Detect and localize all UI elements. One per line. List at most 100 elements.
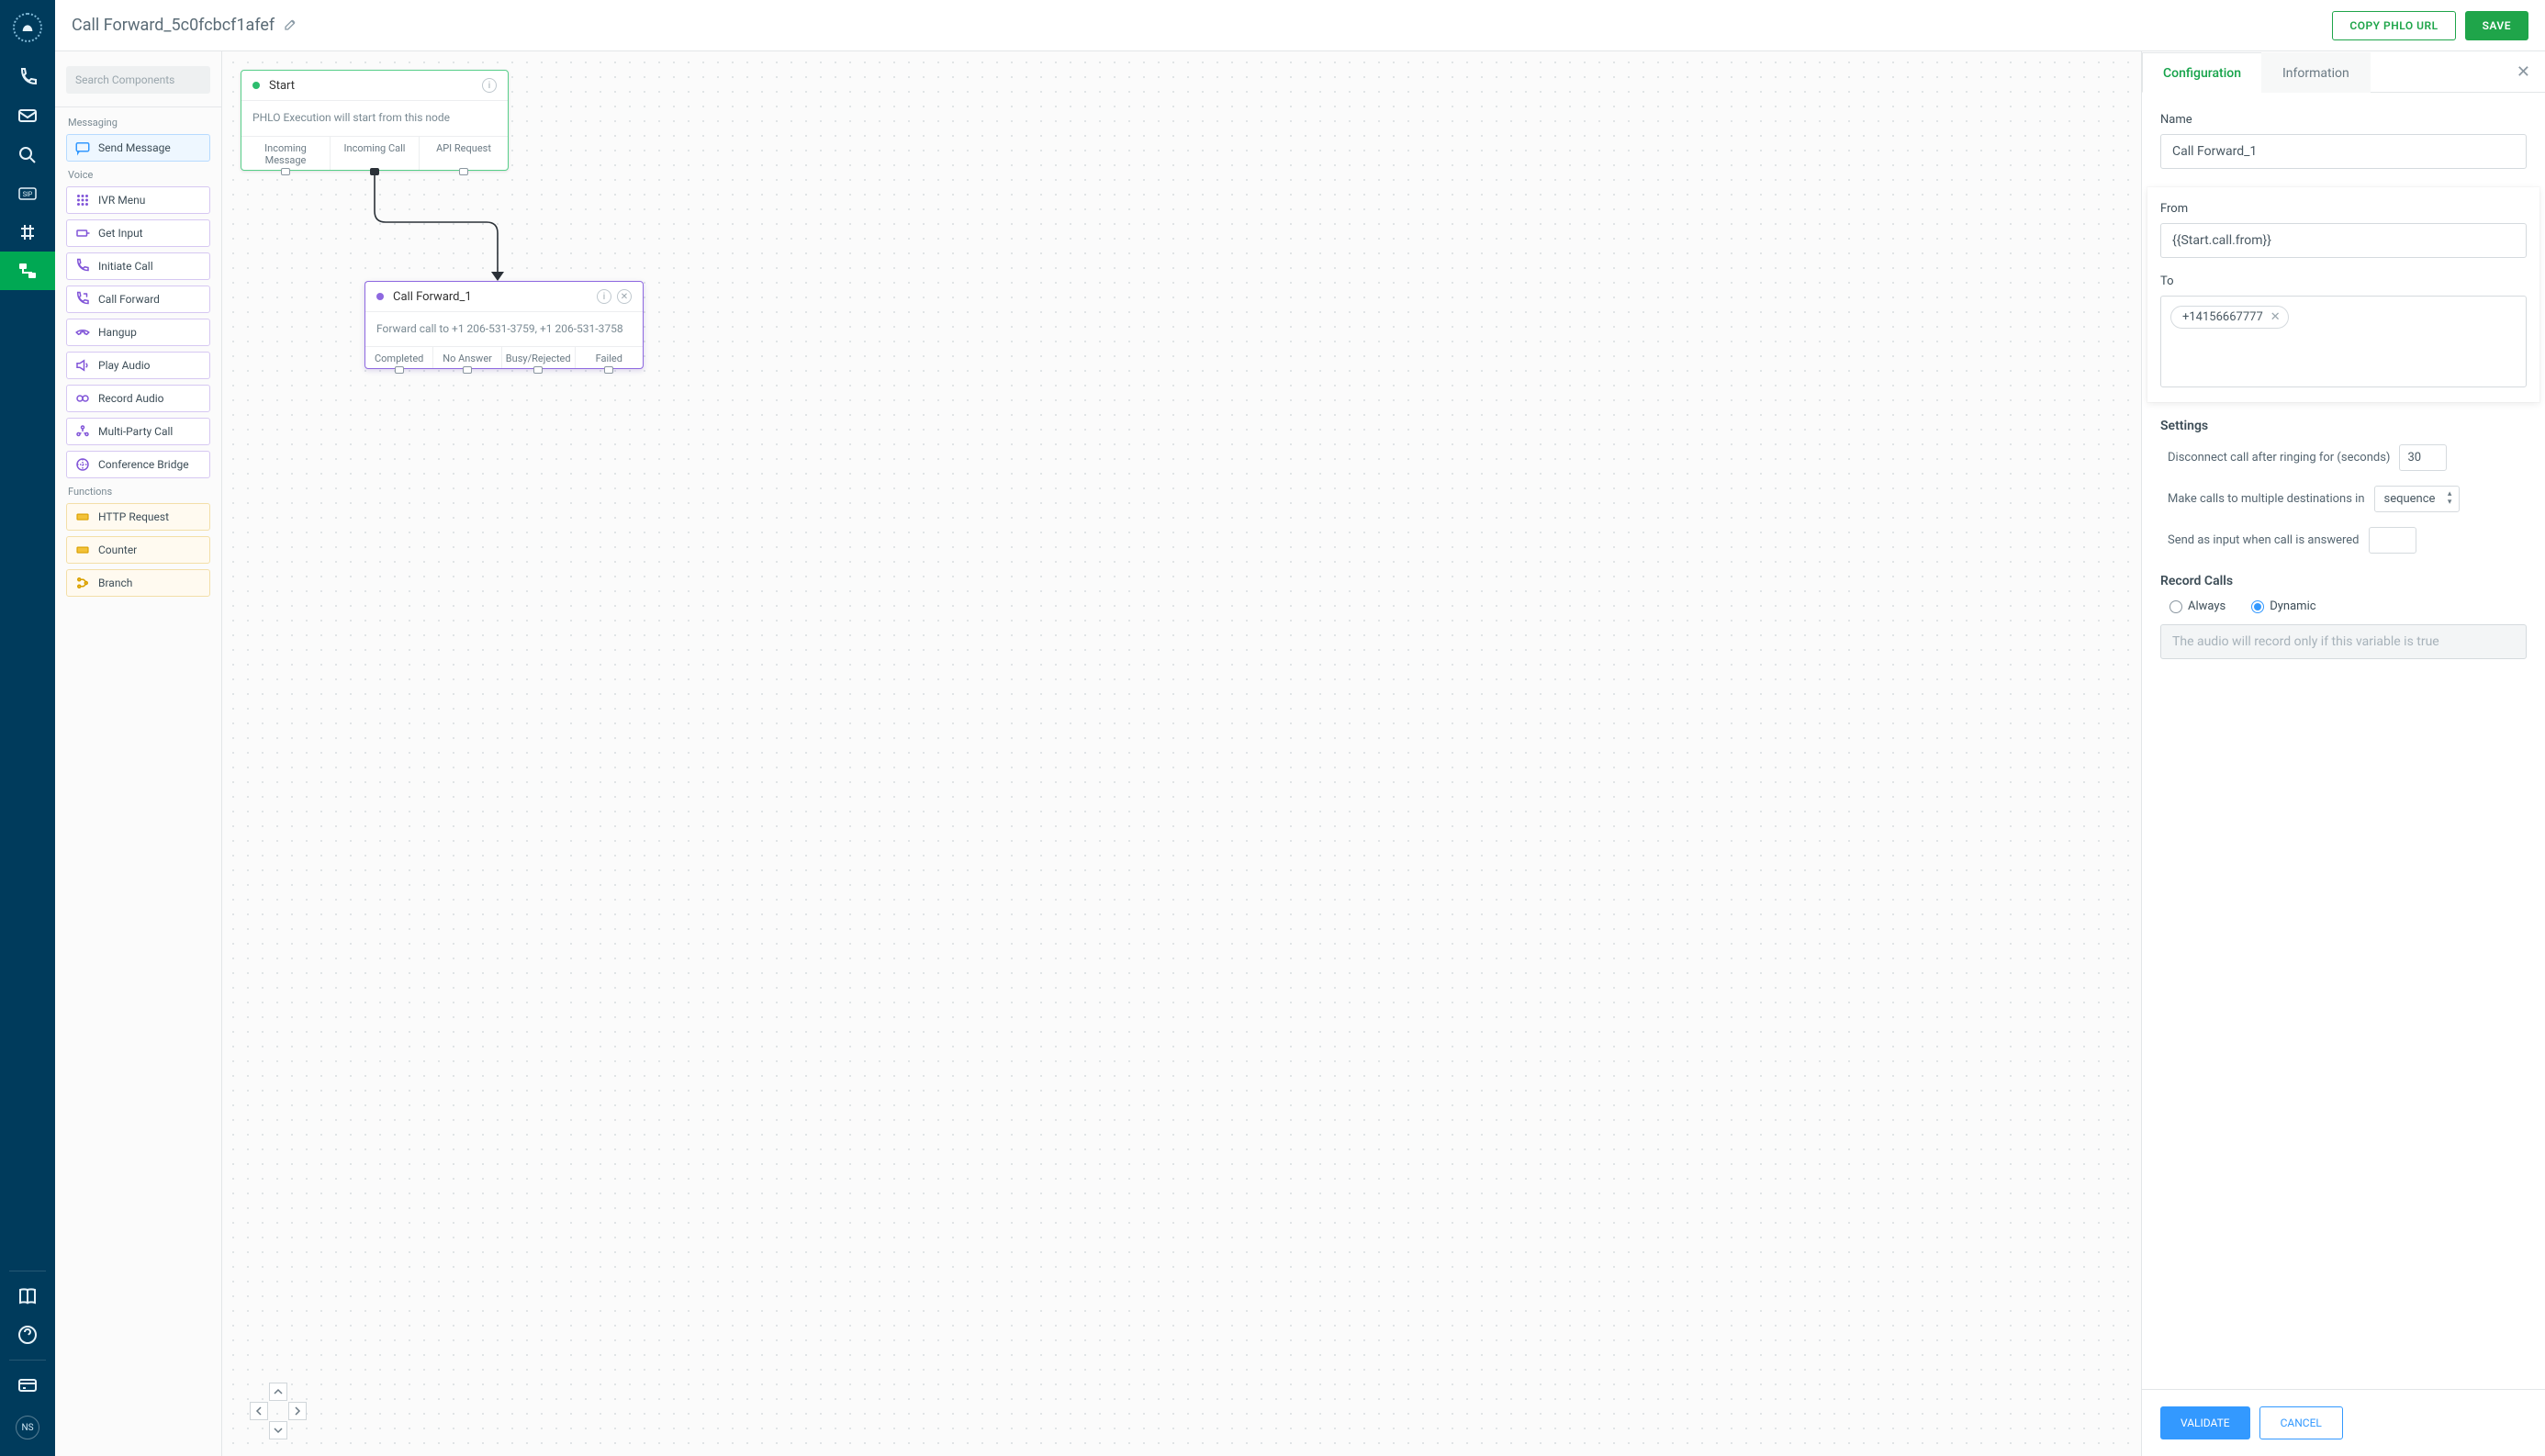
nav-help[interactable] — [0, 1316, 55, 1354]
component-label: Call Forward — [98, 293, 160, 306]
radio-label: Dynamic — [2270, 599, 2315, 613]
validate-button[interactable]: VALIDATE — [2160, 1406, 2250, 1439]
component-http-request[interactable]: HTTP Request — [66, 503, 210, 531]
radio-label: Always — [2188, 599, 2225, 613]
canvas[interactable]: Start i PHLO Execution will start from t… — [222, 51, 2141, 1456]
section-functions-label: Functions — [68, 486, 210, 498]
to-field[interactable]: +14156667777 ✕ — [2160, 296, 2527, 387]
status-dot-icon — [376, 293, 384, 300]
section-voice-label: Voice — [68, 169, 210, 181]
name-label: Name — [2160, 113, 2527, 127]
node-call-forward[interactable]: Call Forward_1 i ✕ Forward call to +1 20… — [364, 281, 644, 369]
dialpad-icon — [74, 192, 91, 208]
nav-lookup[interactable] — [0, 136, 55, 174]
page-title: Call Forward_5c0fcbcf1afef — [72, 16, 275, 35]
name-field[interactable] — [2160, 134, 2527, 169]
component-hangup[interactable]: Hangup — [66, 319, 210, 346]
tab-information[interactable]: Information — [2261, 52, 2371, 93]
save-button[interactable]: SAVE — [2465, 11, 2528, 40]
info-icon[interactable]: i — [597, 289, 611, 304]
component-label: IVR Menu — [98, 194, 145, 207]
to-tag-label: +14156667777 — [2182, 310, 2263, 324]
logo-icon — [13, 13, 42, 42]
pan-right-button[interactable] — [288, 1402, 307, 1420]
components-sidebar: Messaging Send Message Voice IVR Menu Ge… — [55, 51, 222, 1456]
remove-tag-icon[interactable]: ✕ — [2270, 310, 2281, 324]
close-icon[interactable]: ✕ — [617, 289, 632, 304]
component-play-audio[interactable]: Play Audio — [66, 352, 210, 379]
pan-up-button[interactable] — [269, 1383, 287, 1401]
component-label: Counter — [98, 543, 137, 556]
output-incoming-call[interactable]: Incoming Call — [330, 137, 419, 170]
nav-phlo[interactable] — [0, 252, 55, 290]
status-dot-icon — [252, 82, 260, 89]
nav-messages[interactable] — [0, 97, 55, 136]
component-ivr-menu[interactable]: IVR Menu — [66, 186, 210, 214]
svg-text:SIP: SIP — [23, 191, 33, 198]
edge — [373, 171, 520, 279]
pan-down-button[interactable] — [269, 1421, 287, 1439]
from-field[interactable] — [2160, 223, 2527, 258]
message-icon — [74, 140, 91, 156]
tab-configuration[interactable]: Configuration — [2142, 52, 2262, 93]
nav-sip[interactable]: SIP — [0, 174, 55, 213]
dynamic-variable-field[interactable] — [2160, 624, 2527, 659]
send-input-field[interactable] — [2369, 527, 2416, 554]
section-messaging-label: Messaging — [68, 117, 210, 129]
component-get-input[interactable]: Get Input — [66, 219, 210, 247]
component-counter[interactable]: Counter — [66, 536, 210, 564]
node-title: Start — [269, 79, 476, 93]
branch-icon — [74, 575, 91, 591]
close-panel-button[interactable]: ✕ — [2511, 57, 2536, 87]
output-incoming-message[interactable]: Incoming Message — [241, 137, 330, 170]
component-branch[interactable]: Branch — [66, 569, 210, 597]
pan-left-button[interactable] — [250, 1402, 268, 1420]
component-conference-bridge[interactable]: Conference Bridge — [66, 451, 210, 478]
component-label: Initiate Call — [98, 260, 153, 273]
component-initiate-call[interactable]: Initiate Call — [66, 252, 210, 280]
multi-dest-select[interactable]: sequence ▴▾ — [2374, 486, 2461, 512]
nav-billing[interactable] — [0, 1366, 55, 1405]
component-label: Conference Bridge — [98, 458, 189, 471]
topbar: Call Forward_5c0fcbcf1afef COPY PHLO URL… — [55, 0, 2545, 51]
output-failed[interactable]: Failed — [575, 347, 643, 368]
config-panel: Configuration Information ✕ Name From To… — [2141, 51, 2545, 1456]
node-start[interactable]: Start i PHLO Execution will start from t… — [241, 70, 509, 171]
to-label: To — [2160, 274, 2527, 288]
radio-icon — [2169, 600, 2182, 613]
nav-docs[interactable] — [0, 1277, 55, 1316]
edit-icon[interactable] — [284, 17, 298, 35]
component-label: Branch — [98, 577, 132, 589]
input-icon — [74, 225, 91, 241]
send-input-label: Send as input when call is answered — [2168, 533, 2360, 547]
speaker-icon — [74, 357, 91, 374]
record-calls-heading: Record Calls — [2160, 574, 2527, 588]
nav-numbers[interactable] — [0, 213, 55, 252]
node-body: PHLO Execution will start from this node — [241, 101, 508, 136]
component-label: Record Audio — [98, 392, 164, 405]
output-busy-rejected[interactable]: Busy/Rejected — [501, 347, 575, 368]
radio-always[interactable]: Always — [2169, 599, 2225, 613]
cancel-button[interactable]: CANCEL — [2259, 1406, 2343, 1439]
component-send-message[interactable]: Send Message — [66, 134, 210, 162]
radio-dynamic[interactable]: Dynamic — [2251, 599, 2315, 613]
info-icon[interactable]: i — [482, 78, 497, 93]
nav-calls[interactable] — [0, 59, 55, 97]
output-no-answer[interactable]: No Answer — [432, 347, 500, 368]
ring-label: Disconnect call after ringing for (secon… — [2168, 451, 2390, 465]
component-multi-party-call[interactable]: Multi-Party Call — [66, 418, 210, 445]
search-input[interactable] — [66, 66, 210, 94]
component-label: Play Audio — [98, 359, 151, 372]
output-api-request[interactable]: API Request — [419, 137, 508, 170]
ring-seconds-field[interactable] — [2399, 444, 2447, 471]
component-label: HTTP Request — [98, 510, 169, 523]
output-completed[interactable]: Completed — [365, 347, 432, 368]
to-tag: +14156667777 ✕ — [2170, 306, 2289, 329]
component-call-forward[interactable]: Call Forward — [66, 286, 210, 313]
user-avatar[interactable]: NS — [16, 1416, 39, 1439]
node-title: Call Forward_1 — [393, 290, 591, 304]
copy-phlo-url-button[interactable]: COPY PHLO URL — [2332, 11, 2455, 40]
conference-icon — [74, 456, 91, 473]
component-record-audio[interactable]: Record Audio — [66, 385, 210, 412]
component-label: Get Input — [98, 227, 143, 240]
